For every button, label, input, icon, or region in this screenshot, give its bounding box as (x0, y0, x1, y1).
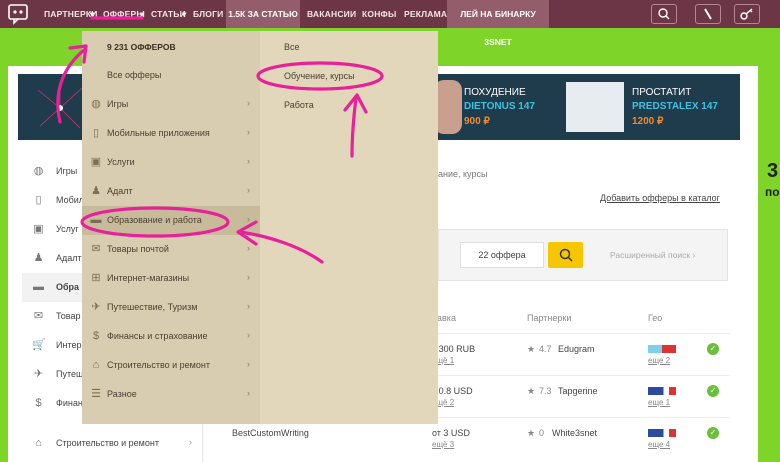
annotation-circle-courses (256, 61, 384, 91)
annotation-circle-education (80, 206, 230, 238)
annotation-arrow (56, 48, 86, 124)
annotation-arrow (350, 96, 358, 158)
pink-annotation-overlay (56, 16, 384, 264)
annotation-arrow (238, 230, 324, 264)
